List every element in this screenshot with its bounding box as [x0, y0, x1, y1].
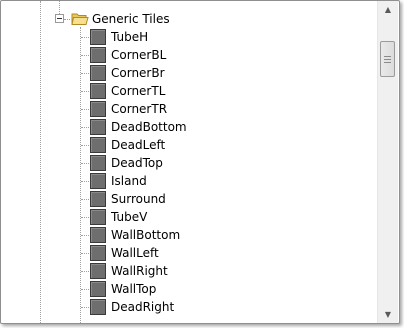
tree-guide-line	[81, 127, 89, 128]
tree-guide-line	[81, 163, 89, 164]
tree-item[interactable]: CornerBr	[1, 64, 377, 82]
scroll-up-button[interactable]: ▲	[379, 1, 397, 18]
tile-icon	[90, 29, 106, 45]
tree-guide-line	[81, 55, 89, 56]
grip-line	[384, 56, 391, 57]
tree-item-label[interactable]: TubeV	[111, 209, 147, 225]
tree-item-label[interactable]: TubeH	[111, 29, 148, 45]
tree-item-label[interactable]: DeadTop	[111, 155, 163, 171]
tree-item[interactable]: WallLeft	[1, 244, 377, 262]
tree-root-label[interactable]: Generic Tiles	[92, 11, 170, 27]
tree-item[interactable]: DeadLeft	[1, 136, 377, 154]
tree-item[interactable]: Surround	[1, 190, 377, 208]
tree-guide-line	[81, 181, 89, 182]
tree-item[interactable]: DeadTop	[1, 154, 377, 172]
tree-guide-line	[81, 235, 89, 236]
tree-item-label[interactable]: Island	[111, 173, 147, 189]
tree-item-label[interactable]: DeadBottom	[111, 119, 187, 135]
tree-item[interactable]: WallBottom	[1, 226, 377, 244]
tile-icon	[90, 119, 106, 135]
tree-guide-line	[81, 199, 89, 200]
vertical-scrollbar[interactable]: ▲ ▼	[377, 1, 398, 323]
folder-open-icon	[71, 13, 89, 25]
tree-item-label[interactable]: CornerBr	[111, 65, 165, 81]
tree-guide-line	[81, 271, 89, 272]
tree-guide-line	[81, 91, 89, 92]
tree-guide-line	[64, 19, 70, 20]
tree-view[interactable]: Generic Tiles TubeH CornerBL CornerBr Corne…	[1, 1, 377, 323]
tree-item-label[interactable]: DeadLeft	[111, 137, 165, 153]
tree-item-label[interactable]: DeadRight	[111, 299, 174, 315]
tree-guide-line	[81, 307, 89, 308]
tree-guide-line	[81, 37, 89, 38]
tile-icon	[90, 173, 106, 189]
tree-item[interactable]: TubeH	[1, 28, 377, 46]
tree-guide-line	[81, 289, 89, 290]
scroll-down-button[interactable]: ▼	[379, 306, 397, 323]
tile-icon	[90, 245, 106, 261]
tree-guide-line	[59, 1, 60, 14]
scrollbar-thumb[interactable]	[380, 41, 395, 77]
tile-icon	[90, 101, 106, 117]
grip-line	[384, 62, 391, 63]
tile-icon	[90, 83, 106, 99]
tree-item-label[interactable]: WallRight	[111, 263, 168, 279]
tree-item[interactable]: WallRight	[1, 262, 377, 280]
tile-icon	[90, 209, 106, 225]
tree-view-window: Generic Tiles TubeH CornerBL CornerBr Corne…	[0, 0, 400, 324]
tree-item-label[interactable]: WallBottom	[111, 227, 180, 243]
tree-guide-line	[81, 217, 89, 218]
tree-item-label[interactable]: CornerTR	[111, 101, 167, 117]
tile-icon	[90, 227, 106, 243]
tree-item[interactable]: WallTop	[1, 280, 377, 298]
tree-item[interactable]: CornerTR	[1, 100, 377, 118]
tile-icon	[90, 299, 106, 315]
tree-item-label[interactable]: WallLeft	[111, 245, 159, 261]
grip-line	[384, 59, 391, 60]
tree-guide-line	[81, 145, 89, 146]
tree-item[interactable]: Island	[1, 172, 377, 190]
tile-icon	[90, 191, 106, 207]
tree-guide-line	[81, 109, 89, 110]
tree-guide-line	[81, 73, 89, 74]
tile-icon	[90, 65, 106, 81]
tree-item[interactable]: CornerTL	[1, 82, 377, 100]
arrow-down-icon: ▼	[384, 310, 392, 319]
collapse-toggle-icon[interactable]	[55, 14, 64, 23]
tile-icon	[90, 47, 106, 63]
tree-guide-line	[81, 253, 89, 254]
tree-item-label[interactable]: CornerBL	[111, 47, 166, 63]
tree-item[interactable]: DeadRight	[1, 298, 377, 316]
tile-icon	[90, 281, 106, 297]
tree-item-label[interactable]: CornerTL	[111, 83, 165, 99]
tile-icon	[90, 155, 106, 171]
tile-icon	[90, 137, 106, 153]
tree-item-label[interactable]: Surround	[111, 191, 166, 207]
arrow-up-icon: ▲	[384, 5, 392, 14]
tree-item[interactable]: CornerBL	[1, 46, 377, 64]
tree-item-label[interactable]: WallTop	[111, 281, 156, 297]
tile-icon	[90, 263, 106, 279]
tree-item[interactable]: TubeV	[1, 208, 377, 226]
tree-item[interactable]: DeadBottom	[1, 118, 377, 136]
